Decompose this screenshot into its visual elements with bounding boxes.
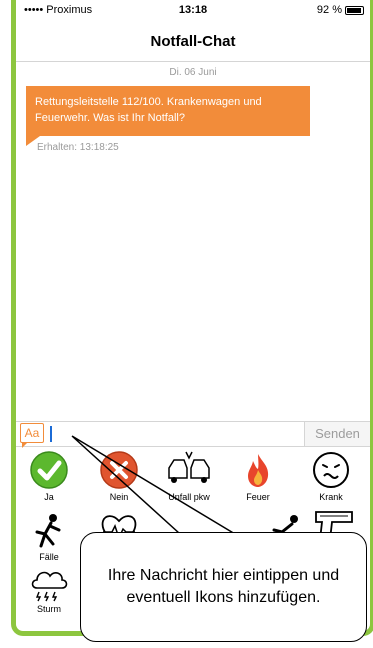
send-button[interactable]: Senden	[304, 422, 370, 446]
icon-label: Ja	[44, 492, 54, 502]
icon-label: Krank	[319, 492, 343, 502]
fire-icon	[248, 454, 269, 487]
date-separator: Di. 06 Juni	[169, 67, 217, 78]
keyboard-aa-icon[interactable]: Aa	[20, 423, 44, 448]
icon-sturm[interactable]: Sturm	[19, 566, 79, 614]
icon-label: Fälle	[39, 552, 59, 562]
check-icon	[30, 451, 68, 489]
storm-icon	[31, 571, 68, 602]
sick-face-icon	[313, 452, 349, 488]
icon-label: Unfall pkw	[168, 492, 210, 502]
icon-label: Feuer	[246, 492, 270, 502]
icon-unfall-pkw[interactable]: Unfall pkw	[159, 448, 219, 502]
callout-text: Ihre Nachricht hier eintippen und eventu…	[107, 567, 340, 606]
falling-person-icon	[35, 514, 61, 548]
battery-percent: 92 %	[316, 4, 342, 16]
status-bar: ••••• Proximus 13:18 92 %	[16, 0, 370, 20]
icon-label: Sturm	[36, 604, 61, 614]
help-callout: Ihre Nachricht hier eintippen und eventu…	[80, 532, 367, 642]
incoming-message: Rettungsleitstelle 112/100. Krankenwagen…	[26, 86, 310, 136]
composer: Aa Senden	[16, 421, 370, 448]
received-timestamp: Erhalten: 13:18:25	[37, 142, 119, 153]
battery-icon	[345, 6, 364, 15]
message-input[interactable]	[50, 426, 52, 442]
icon-nein[interactable]: Nein	[89, 450, 149, 502]
icon-faelle[interactable]: Fälle	[19, 510, 79, 562]
page-title: Notfall-Chat	[16, 22, 370, 62]
icon-feuer[interactable]: Feuer	[228, 450, 288, 502]
icon-krank[interactable]: Krank	[301, 450, 361, 502]
icon-label: Nein	[109, 492, 129, 502]
no-icon	[100, 451, 138, 489]
car-crash-icon	[168, 451, 210, 483]
icon-ja[interactable]: Ja	[19, 450, 79, 502]
